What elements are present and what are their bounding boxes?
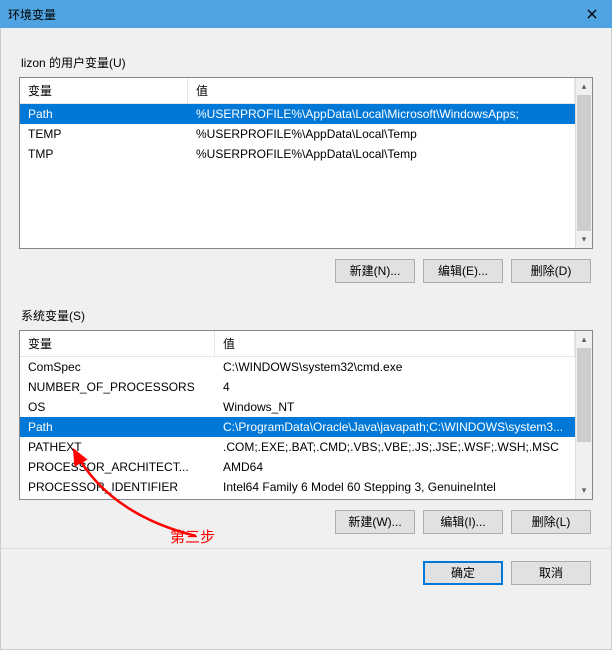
cell-var-name: PROCESSOR_IDENTIFIER (20, 479, 215, 495)
cancel-button[interactable]: 取消 (511, 561, 591, 585)
table-row[interactable]: TMP%USERPROFILE%\AppData\Local\Temp (20, 144, 575, 164)
scroll-thumb[interactable] (577, 95, 591, 231)
scroll-down-icon[interactable]: ▾ (576, 231, 592, 248)
sys-new-button[interactable]: 新建(W)... (335, 510, 415, 534)
ok-button[interactable]: 确定 (423, 561, 503, 585)
cell-var-name: TEMP (20, 126, 188, 142)
scrollbar[interactable]: ▴ ▾ (575, 331, 592, 499)
separator (1, 548, 611, 549)
col-header-value[interactable]: 值 (215, 331, 575, 356)
cell-var-value: C:\ProgramData\Oracle\Java\javapath;C:\W… (215, 419, 575, 435)
sys-vars-list[interactable]: 变量 值 ComSpecC:\WINDOWS\system32\cmd.exeN… (19, 330, 593, 500)
user-new-button[interactable]: 新建(N)... (335, 259, 415, 283)
scroll-track[interactable] (576, 348, 592, 482)
cell-var-name: Path (20, 419, 215, 435)
cell-var-value: .COM;.EXE;.BAT;.CMD;.VBS;.VBE;.JS;.JSE;.… (215, 439, 575, 455)
cell-var-name: OS (20, 399, 215, 415)
cell-var-name: NUMBER_OF_PROCESSORS (20, 379, 215, 395)
cell-var-value: %USERPROFILE%\AppData\Local\Microsoft\Wi… (188, 106, 575, 122)
col-header-value[interactable]: 值 (188, 78, 575, 103)
cell-var-value: Intel64 Family 6 Model 60 Stepping 3, Ge… (215, 479, 575, 495)
dialog-body: lizon 的用户变量(U) 变量 值 Path%USERPROFILE%\Ap… (0, 28, 612, 650)
col-header-name[interactable]: 变量 (20, 331, 215, 356)
table-row[interactable]: PATHEXT.COM;.EXE;.BAT;.CMD;.VBS;.VBE;.JS… (20, 437, 575, 457)
cell-var-name: TMP (20, 146, 188, 162)
table-row[interactable]: OSWindows_NT (20, 397, 575, 417)
table-row[interactable]: PROCESSOR_IDENTIFIERIntel64 Family 6 Mod… (20, 477, 575, 497)
cell-var-value: %USERPROFILE%\AppData\Local\Temp (188, 146, 575, 162)
scroll-up-icon[interactable]: ▴ (576, 78, 592, 95)
cell-var-value: C:\WINDOWS\system32\cmd.exe (215, 359, 575, 375)
sys-vars-label: 系统变量(S) (21, 307, 593, 324)
cell-var-name: PROCESSOR_ARCHITECT... (20, 459, 215, 475)
sys-button-row: 新建(W)... 编辑(I)... 删除(L) (19, 510, 591, 534)
user-vars-list[interactable]: 变量 值 Path%USERPROFILE%\AppData\Local\Mic… (19, 77, 593, 249)
table-row[interactable]: PROCESSOR_ARCHITECT...AMD64 (20, 457, 575, 477)
dialog-button-row: 确定 取消 (19, 561, 591, 585)
scroll-thumb[interactable] (577, 348, 591, 442)
col-header-name[interactable]: 变量 (20, 78, 188, 103)
scroll-down-icon[interactable]: ▾ (576, 482, 592, 499)
user-edit-button[interactable]: 编辑(E)... (423, 259, 503, 283)
title-bar: 环境变量 (0, 0, 612, 28)
cell-var-name: PATHEXT (20, 439, 215, 455)
table-row[interactable]: Path%USERPROFILE%\AppData\Local\Microsof… (20, 104, 575, 124)
user-delete-button[interactable]: 删除(D) (511, 259, 591, 283)
cell-var-value: %USERPROFILE%\AppData\Local\Temp (188, 126, 575, 142)
user-vars-label: lizon 的用户变量(U) (21, 54, 593, 71)
scroll-track[interactable] (576, 95, 592, 231)
table-row[interactable]: ComSpecC:\WINDOWS\system32\cmd.exe (20, 357, 575, 377)
table-row[interactable]: NUMBER_OF_PROCESSORS4 (20, 377, 575, 397)
annotation-text: 第三步 (170, 526, 215, 547)
cell-var-name: ComSpec (20, 359, 215, 375)
user-button-row: 新建(N)... 编辑(E)... 删除(D) (19, 259, 591, 283)
cell-var-value: Windows_NT (215, 399, 575, 415)
cell-var-value: 4 (215, 379, 575, 395)
scrollbar[interactable]: ▴ ▾ (575, 78, 592, 248)
list-header[interactable]: 变量 值 (20, 78, 575, 104)
cell-var-name: Path (20, 106, 188, 122)
sys-edit-button[interactable]: 编辑(I)... (423, 510, 503, 534)
sys-delete-button[interactable]: 删除(L) (511, 510, 591, 534)
list-header[interactable]: 变量 值 (20, 331, 575, 357)
close-button[interactable] (572, 0, 612, 28)
scroll-up-icon[interactable]: ▴ (576, 331, 592, 348)
window-title: 环境变量 (8, 6, 56, 23)
table-row[interactable]: PathC:\ProgramData\Oracle\Java\javapath;… (20, 417, 575, 437)
table-row[interactable]: TEMP%USERPROFILE%\AppData\Local\Temp (20, 124, 575, 144)
cell-var-value: AMD64 (215, 459, 575, 475)
